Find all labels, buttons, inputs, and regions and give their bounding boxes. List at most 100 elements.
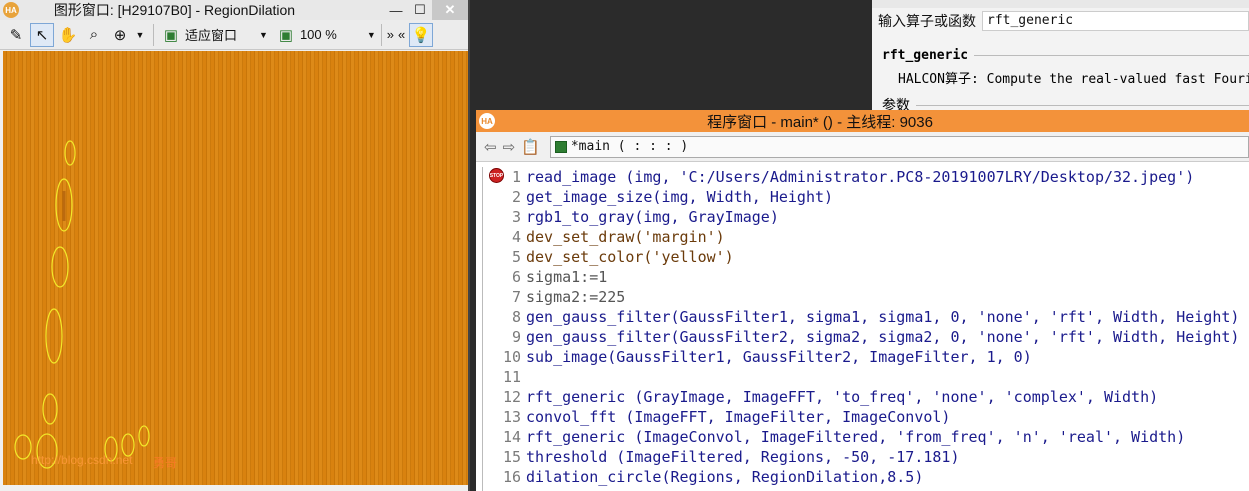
operator-input-row: 输入算子或函数 rft_generic [872,8,1249,34]
halcon-workspace: HA 图形窗口: [H29107B0] - RegionDilation — ☐… [0,0,1249,491]
region-ellipse [51,246,69,288]
code-text: get_image_size(img, Width, Height) [526,188,834,206]
operator-name: rft_generic [882,47,969,63]
code-line[interactable]: 7 sigma2:=225 [483,287,625,307]
pointer-tool-icon[interactable]: ↖ [30,22,54,47]
code-line[interactable]: 16 dilation_circle(Regions, RegionDilatio… [483,467,923,487]
graphics-window-titlebar[interactable]: HA 图形窗口: [H29107B0] - RegionDilation — ☐… [0,0,468,20]
operator-description: HALCON算子: Compute the real-valued fast F… [898,72,1249,87]
line-number: 14 [502,428,521,446]
line-number: 7 [511,288,521,306]
line-number: 12 [502,388,521,406]
code-line[interactable]: 3 rgb1_to_gray(img, GrayImage) [483,207,779,227]
region-ellipse [14,434,32,460]
minimize-button[interactable]: — [384,0,408,20]
line-number: 10 [502,348,521,366]
code-line[interactable]: 8 gen_gauss_filter(GaussFilter1, sigma1, … [483,307,1239,327]
procedure-tab-main[interactable]: *main ( : : : ) [549,135,1249,158]
magnifier-icon[interactable]: ⌕ [82,23,106,47]
code-text: rft_generic (ImageConvol, ImageFiltered,… [526,428,1186,446]
procedure-icon [554,140,567,153]
code-line[interactable]: 9 gen_gauss_filter(GaussFilter2, sigma2, … [483,327,1239,347]
code-line[interactable]: 12 rft_generic (GrayImage, ImageFFT, 'to_… [483,387,1158,407]
operator-input-label: 输入算子或函数 [878,13,976,29]
program-window-titlebar[interactable]: HA 程序窗口 - main* () - 主线程: 9036 [476,110,1249,132]
code-text: sub_image(GaussFilter1, GaussFilter2, Im… [526,348,1032,366]
zoom-level-icon[interactable]: ▣ [274,23,298,47]
chevron-down-icon[interactable]: ▼ [134,23,146,47]
watermark-url: http://blog.csdn.net [31,453,133,467]
line-number: 6 [511,268,521,286]
close-button[interactable]: ✕ [432,0,468,20]
toolbar-more-button[interactable]: » [387,27,394,42]
code-text: gen_gauss_filter(GaussFilter1, sigma1, s… [526,308,1240,326]
graphics-toolbar: ✎ ↖ ✋ ⌕ ⊕ ▼ ▣ 适应窗口 ▼ ▣ 100 % ▼ » « 💡 [0,20,468,50]
header-divider [916,104,1249,106]
code-line[interactable]: 15 threshold (ImageFiltered, Regions, -50… [483,447,960,467]
region-ellipse [64,140,76,166]
line-number: 1 [511,168,521,186]
code-line[interactable]: 13 convol_fft (ImageFFT, ImageFilter, Ima… [483,407,951,427]
operator-search-input[interactable]: rft_generic [982,11,1249,31]
line-number: 8 [511,308,521,326]
pan-hand-icon[interactable]: ✋ [56,23,80,47]
code-line[interactable]: 11 [483,367,526,387]
forward-arrow-icon[interactable]: ⇨ [503,138,516,156]
edit-pencil-icon[interactable]: ✎ [4,23,28,47]
code-text: convol_fft (ImageFFT, ImageFilter, Image… [526,408,951,426]
clipboard-icon[interactable]: 📋 [521,138,540,156]
code-text: read_image (img, 'C:/Users/Administrator… [526,168,1195,186]
region-ellipse [138,425,150,447]
halcon-logo-icon: HA [479,113,495,129]
image-canvas[interactable]: http://blog.csdn.net 勇哥 [3,51,468,485]
code-line[interactable]: 5 dev_set_color('yellow') [483,247,734,267]
fit-window-label: 适应窗口 [185,28,238,43]
graphics-window-title: 图形窗口: [H29107B0] - RegionDilation [53,2,296,18]
line-number: 3 [511,208,521,226]
code-editor[interactable]: STOP 1 read_image (img, 'C:/Users/Adminis… [482,167,1249,491]
operator-window-titlebar[interactable] [872,0,1249,8]
region-ellipse [42,393,58,425]
lightbulb-icon[interactable]: 💡 [409,22,434,47]
code-text: sigma1:=1 [526,268,608,286]
back-arrow-icon[interactable]: ⇦ [484,138,497,156]
procedure-tab-label: *main ( : : : ) [570,139,689,154]
region-overlay [14,140,150,469]
zoom-level-label: 100 % [299,27,337,42]
fit-window-icon[interactable]: ▣ [159,23,183,47]
line-number: 11 [502,368,521,386]
code-line[interactable]: 4 dev_set_draw('margin') [483,227,725,247]
code-line[interactable]: 10 sub_image(GaussFilter1, GaussFilter2, … [483,347,1032,367]
line-number: 2 [511,188,521,206]
chevron-down-icon: ▼ [259,29,268,40]
header-divider [974,54,1249,56]
code-line[interactable]: 14 rft_generic (ImageConvol, ImageFiltere… [483,427,1185,447]
code-text: rgb1_to_gray(img, GrayImage) [526,208,779,226]
line-number: 16 [502,468,521,486]
code-text: gen_gauss_filter(GaussFilter2, sigma2, s… [526,328,1240,346]
toolbar-less-button[interactable]: « [398,27,405,42]
program-window: HA 程序窗口 - main* () - 主线程: 9036 ⇦ ⇨ 📋 *ma… [476,110,1249,491]
fit-window-dropdown[interactable]: 适应窗口 ▼ [185,25,268,44]
code-text: dev_set_draw('margin') [526,228,725,246]
code-text: dilation_circle(Regions, RegionDilation,… [526,468,924,486]
operator-window: 输入算子或函数 rft_generic rft_generic HALCON算子… [872,0,1249,113]
maximize-button[interactable]: ☐ [408,0,432,20]
graphics-window: HA 图形窗口: [H29107B0] - RegionDilation — ☐… [0,0,470,491]
zoom-in-icon[interactable]: ⊕ [108,23,132,47]
code-line[interactable]: 2 get_image_size(img, Width, Height) [483,187,833,207]
watermark-author: 勇哥 [153,456,178,470]
code-line[interactable]: 1 read_image (img, 'C:/Users/Administrato… [483,167,1194,187]
region-ellipse [45,308,63,364]
line-number: 4 [511,228,521,246]
line-number: 13 [502,408,521,426]
zoom-level-dropdown[interactable]: 100 % ▼ [300,27,376,42]
code-text: dev_set_color('yellow') [526,248,734,266]
chevron-down-icon: ▼ [366,29,376,40]
halcon-logo-icon: HA [3,2,19,18]
code-line[interactable]: 6 sigma1:=1 [483,267,607,287]
code-text: rft_generic (GrayImage, ImageFFT, 'to_fr… [526,388,1159,406]
program-toolbar: ⇦ ⇨ 📋 *main ( : : : ) [476,132,1249,162]
operator-header: rft_generic [872,47,1249,63]
